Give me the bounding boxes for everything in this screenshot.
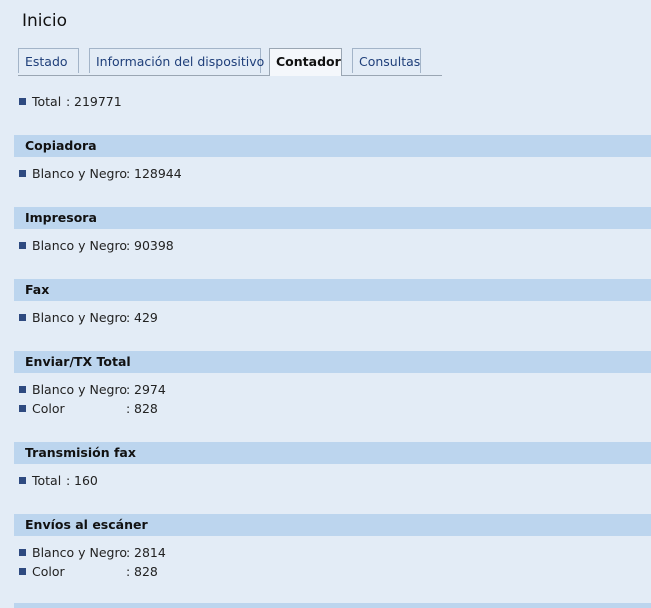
bullet-icon xyxy=(19,549,26,556)
bullet-icon xyxy=(19,386,26,393)
row-value: 2974 xyxy=(134,382,166,397)
row-value: 128944 xyxy=(134,166,182,181)
page-title: Inicio xyxy=(22,11,67,31)
row-label: Color xyxy=(32,401,65,416)
tab-consultas[interactable]: Consultas xyxy=(352,48,421,73)
tab-bar: Estado Información del dispositivo Conta… xyxy=(18,48,442,76)
bullet-icon xyxy=(19,170,26,177)
bullet-icon xyxy=(19,568,26,575)
row-sep: : xyxy=(66,473,71,488)
section-header-transmision-fax: Transmisión fax xyxy=(14,442,651,464)
tab-informacion-dispositivo[interactable]: Información del dispositivo xyxy=(89,48,264,73)
row-sep: : xyxy=(126,310,131,325)
row-sep: : xyxy=(126,401,131,416)
bullet-icon xyxy=(19,405,26,412)
row-label: Total xyxy=(32,473,62,488)
total-label: Total xyxy=(32,94,62,109)
bullet-icon xyxy=(19,314,26,321)
section-header-impresora: Impresora xyxy=(14,207,651,229)
tab-contador[interactable]: Contador xyxy=(269,48,342,76)
total-value: 219771 xyxy=(74,94,122,109)
row-value: 828 xyxy=(134,564,158,579)
row-value: 429 xyxy=(134,310,158,325)
row-sep: : xyxy=(126,382,131,397)
bullet-icon xyxy=(19,477,26,484)
row-label: Color xyxy=(32,564,65,579)
row-label: Blanco y Negro xyxy=(32,166,127,181)
section-header-enviar-tx-total: Enviar/TX Total xyxy=(14,351,651,373)
row-value: 160 xyxy=(74,473,98,488)
section-header-envios-escaner: Envíos al escáner xyxy=(14,514,651,536)
row-value: 2814 xyxy=(134,545,166,560)
tab-estado[interactable]: Estado xyxy=(18,48,79,73)
row-sep: : xyxy=(126,564,131,579)
total-sep: : xyxy=(66,94,71,109)
row-label: Blanco y Negro xyxy=(32,545,127,560)
row-value: 90398 xyxy=(134,238,174,253)
row-label: Blanco y Negro xyxy=(32,238,127,253)
section-header-fax: Fax xyxy=(14,279,651,301)
section-header-copiadora: Copiadora xyxy=(14,135,651,157)
row-sep: : xyxy=(126,545,131,560)
bullet-icon xyxy=(19,98,26,105)
bullet-icon xyxy=(19,242,26,249)
next-section-header-partial xyxy=(14,603,651,608)
row-label: Blanco y Negro xyxy=(32,382,127,397)
row-sep: : xyxy=(126,166,131,181)
row-value: 828 xyxy=(134,401,158,416)
row-label: Blanco y Negro xyxy=(32,310,127,325)
row-sep: : xyxy=(126,238,131,253)
